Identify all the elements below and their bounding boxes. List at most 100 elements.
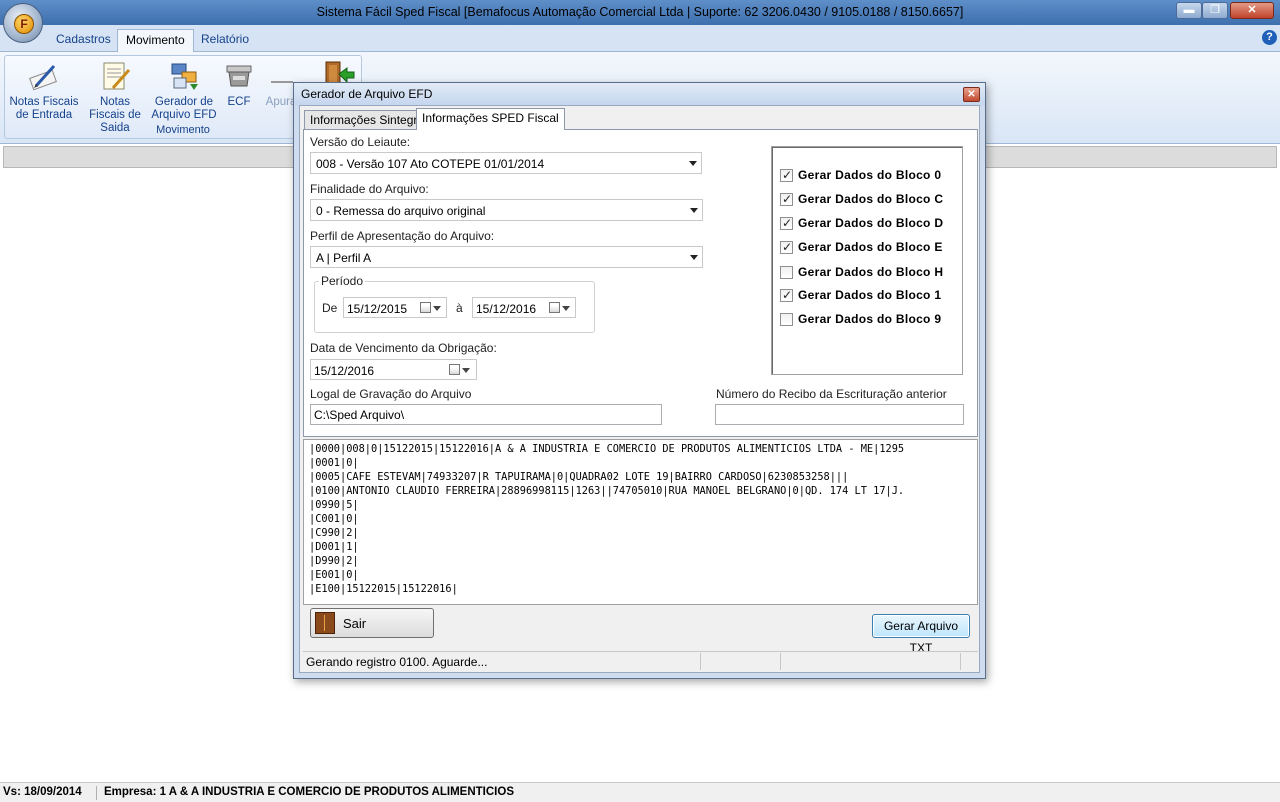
de-label: De [322,301,338,315]
exit-door-icon [315,612,335,634]
bloco-9-label: Gerar Dados do Bloco 9 [798,312,942,326]
pen-paper-icon [28,60,60,92]
notas-entrada-label: Notas Fiscais de Entrada [9,96,79,121]
chevron-down-icon [689,161,697,166]
log-line: |0005|CAFE ESTEVAM|74933207|R TAPUIRAMA|… [309,471,849,483]
dialog-status-text: Gerando registro 0100. Aguarde... [306,655,488,669]
bloco-e-label: Gerar Dados do Bloco E [798,240,943,254]
blocos-panel: Gerar Dados do Bloco 0 Gerar Dados do Bl… [771,146,963,375]
finalidade-label: Finalidade do Arquivo: [310,182,429,196]
log-line: |0100|ANTONIO CLAUDIO FERREIRA|288969981… [309,485,905,497]
checkbox-checked-icon [780,288,793,302]
versao-value: 008 - Versão 107 Ato COTEPE 01/01/2014 [316,157,545,171]
log-line: |C990|2| [309,527,359,539]
sair-label: Sair [343,616,367,631]
calendar-icon [420,302,431,313]
recibo-input[interactable] [715,404,964,425]
log-line: |C001|0| [309,513,359,525]
help-icon[interactable]: ? [1262,30,1277,45]
gerador-efd-label: Gerador de Arquivo EFD [151,96,217,121]
checkbox-unchecked-icon [780,266,793,279]
log-line: |0000|008|0|15122015|15122016|A & A INDU… [309,443,905,455]
log-line: |E001|0| [309,569,359,581]
status-separator [96,786,97,800]
title-bar: Sistema Fácil Sped Fiscal [Bemafocus Aut… [0,0,1280,25]
log-line: |0990|5| [309,499,359,511]
tab-movimento[interactable]: Movimento [117,29,194,52]
periodo-de-date[interactable]: 15/12/2015 [343,297,447,318]
app-menu-button[interactable]: F [3,3,43,43]
vencimento-date[interactable]: 15/12/2016 [310,359,477,380]
checkbox-checked-icon [780,216,793,230]
local-input[interactable]: C:\Sped Arquivo\ [310,404,662,425]
finalidade-value: 0 - Remessa do arquivo original [316,204,486,218]
chevron-down-icon [562,306,570,311]
chevron-down-icon [690,255,698,260]
tab-sintegra[interactable]: Informações Sintegra [304,110,431,130]
perfil-label: Perfil de Apresentação do Arquivo: [310,229,495,243]
window-title: Sistema Fácil Sped Fiscal [Bemafocus Aut… [316,5,964,19]
recibo-label: Número do Recibo da Escrituração anterio… [716,387,947,401]
periodo-ate-value: 15/12/2016 [476,302,537,316]
status-bar: Vs: 18/09/2014 Empresa: 1 A & A INDUSTRI… [0,782,1280,802]
notas-entrada-button[interactable]: Notas Fiscais de Entrada [9,56,79,122]
dialog-status-bar: Gerando registro 0100. Aguarde... [303,651,978,671]
perfil-value: A | Perfil A [316,251,372,265]
log-line: |0001|0| [309,457,359,469]
calendar-icon [549,302,560,313]
checkbox-checked-icon [780,240,793,254]
vencimento-value: 15/12/2016 [314,364,375,378]
tab-cadastros[interactable]: Cadastros [48,29,119,52]
versao-select[interactable]: 008 - Versão 107 Ato COTEPE 01/01/2014 [310,152,702,174]
local-value: C:\Sped Arquivo\ [314,408,405,422]
status-separator [960,653,961,670]
chevron-down-icon [690,208,698,213]
periodo-de-value: 15/12/2015 [347,302,408,316]
calendar-icon [449,364,460,375]
finalidade-select[interactable]: 0 - Remessa do arquivo original [310,199,703,221]
vencimento-label: Data de Vencimento da Obrigação: [310,341,497,355]
file-generator-icon [168,60,200,92]
chevron-down-icon [433,306,441,311]
ecf-label: ECF [227,96,251,108]
log-line: |D001|1| [309,541,359,553]
app-logo-icon: F [14,14,34,34]
tab-sped-fiscal[interactable]: Informações SPED Fiscal [416,108,565,130]
bloco-0-label: Gerar Dados do Bloco 0 [798,168,942,182]
periodo-label: Período [319,274,366,288]
checkbox-unchecked-icon [780,313,793,326]
log-line: |E100|15122015|15122016| [309,583,458,595]
local-label: Logal de Gravação do Arquivo [310,387,472,401]
chevron-down-icon [462,368,470,373]
sair-button[interactable]: Sair [310,608,434,638]
bloco-h-label: Gerar Dados do Bloco H [798,265,944,279]
versao-label: Versão do Leiaute: [310,135,411,149]
sped-fiscal-page: Versão do Leiaute: 008 - Versão 107 Ato … [303,129,978,437]
perfil-select[interactable]: A | Perfil A [310,246,703,268]
gerador-efd-button[interactable]: Gerador de Arquivo EFD [151,56,217,122]
gerar-arquivo-txt-button[interactable]: Gerar Arquivo TXT [872,614,970,655]
gerador-efd-dialog: Gerador de Arquivo EFD ✕ Informações Sin… [293,82,986,679]
status-separator [780,653,781,670]
ate-label: à [456,301,463,315]
dialog-content: Informações Sintegra Informações SPED Fi… [299,105,980,673]
log-output[interactable]: |0000|008|0|15122015|15122016|A & A INDU… [303,439,978,605]
status-separator [700,653,701,670]
log-line: |D990|2| [309,555,359,567]
bloco-c-label: Gerar Dados do Bloco C [798,192,944,206]
version-status: Vs: 18/09/2014 [3,786,82,798]
empresa-status: Empresa: 1 A & A INDUSTRIA E COMERCIO DE… [104,786,514,798]
checkbox-checked-icon [780,192,793,206]
maximize-button[interactable]: ❐ [1202,2,1228,19]
dialog-title: Gerador de Arquivo EFD [301,87,433,101]
bloco-1-label: Gerar Dados do Bloco 1 [798,288,942,302]
dialog-close-button[interactable]: ✕ [963,87,980,102]
ribbon-tabs: Cadastros Movimento Relatório [0,25,1280,52]
cash-register-icon [223,60,255,92]
minimize-button[interactable]: ▬ [1176,2,1202,19]
close-button[interactable]: ✕ [1230,2,1274,19]
bloco-d-label: Gerar Dados do Bloco D [798,216,944,230]
periodo-ate-date[interactable]: 15/12/2016 [472,297,576,318]
tab-relatorio[interactable]: Relatório [193,29,257,52]
ecf-button[interactable]: ECF [221,56,257,109]
